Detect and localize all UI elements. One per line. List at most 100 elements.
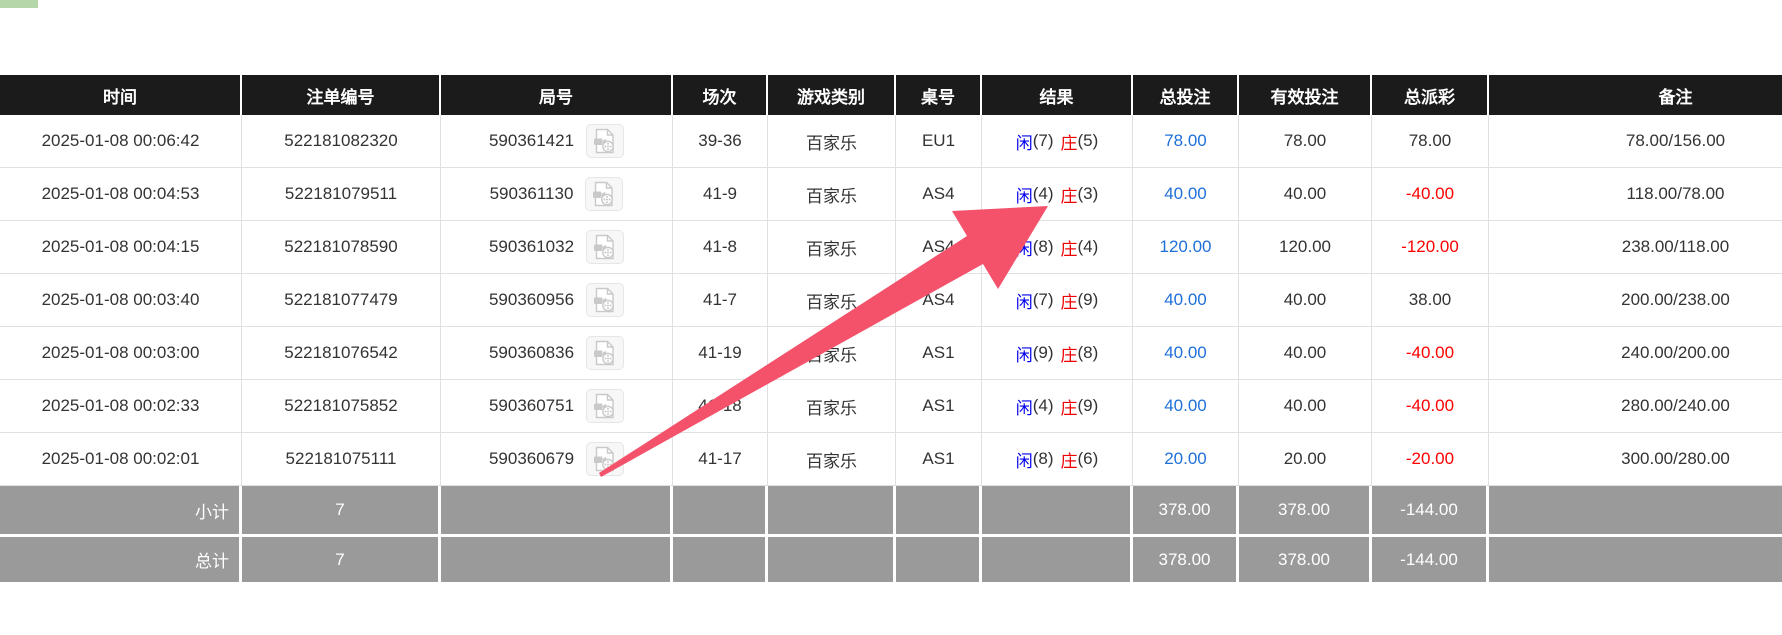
cell-remark: 280.00/240.00 xyxy=(1489,380,1782,433)
video-replay-button[interactable] xyxy=(586,124,624,158)
cell-valid-bet: 40.00 xyxy=(1239,168,1372,221)
cell-table-number: AS4 xyxy=(896,274,982,327)
cell-round-number: 590361130 xyxy=(441,168,673,221)
cell-table-number: AS4 xyxy=(896,168,982,221)
cell-table-number: AS4 xyxy=(896,221,982,274)
cell-payout: 38.00 xyxy=(1372,274,1489,327)
grand-total-valid-bet: 378.00 xyxy=(1239,537,1372,582)
cell-payout: -40.00 xyxy=(1372,380,1489,433)
cell-remark: 200.00/238.00 xyxy=(1489,274,1782,327)
grand-total-row: 总计 7 378.00 378.00 -144.00 xyxy=(0,534,1782,582)
cell-payout: -40.00 xyxy=(1372,168,1489,221)
cell-table-number: EU1 xyxy=(896,115,982,168)
video-replay-button[interactable] xyxy=(586,336,624,370)
cell-total-bet: 40.00 xyxy=(1133,168,1239,221)
subtotal-payout: -144.00 xyxy=(1372,486,1489,534)
cell-game-type: 百家乐 xyxy=(768,115,896,168)
cell-time: 2025-01-08 00:03:40 xyxy=(0,274,242,327)
cell-result: 闲(4)庄(9) xyxy=(982,380,1133,433)
table-header-row: 时间 注单编号 局号 场次 游戏类别 桌号 结果 总投注 有效投注 总派彩 备注 xyxy=(0,75,1782,115)
table-row: 2025-01-08 00:02:01 522181075111 5903606… xyxy=(0,433,1782,486)
video-replay-button[interactable] xyxy=(586,442,624,476)
grand-total-count: 7 xyxy=(242,537,441,582)
cell-total-bet: 40.00 xyxy=(1133,327,1239,380)
header-round-number: 局号 xyxy=(441,75,673,115)
header-bet-number: 注单编号 xyxy=(242,75,441,115)
cell-time: 2025-01-08 00:04:15 xyxy=(0,221,242,274)
grand-total-label: 总计 xyxy=(0,537,242,582)
cell-table-number: AS1 xyxy=(896,327,982,380)
cell-game-type: 百家乐 xyxy=(768,327,896,380)
cell-result: 闲(8)庄(6) xyxy=(982,433,1133,486)
cell-total-bet: 40.00 xyxy=(1133,274,1239,327)
cell-session: 41-17 xyxy=(673,433,768,486)
header-result: 结果 xyxy=(982,75,1133,115)
cell-round-number: 590360956 xyxy=(441,274,673,327)
cell-bet-number: 522181079511 xyxy=(242,168,441,221)
total-bet-link[interactable]: 40.00 xyxy=(1164,290,1207,310)
cell-session: 41-9 xyxy=(673,168,768,221)
video-film-icon xyxy=(592,128,618,154)
total-bet-link[interactable]: 40.00 xyxy=(1164,343,1207,363)
video-replay-button[interactable] xyxy=(586,389,624,423)
video-film-icon xyxy=(592,287,618,313)
total-bet-link[interactable]: 40.00 xyxy=(1164,396,1207,416)
cell-result: 闲(7)庄(5) xyxy=(982,115,1133,168)
cell-time: 2025-01-08 00:02:01 xyxy=(0,433,242,486)
cell-bet-number: 522181076542 xyxy=(242,327,441,380)
cell-session: 39-36 xyxy=(673,115,768,168)
header-game-type: 游戏类别 xyxy=(768,75,896,115)
cell-round-number: 590361421 xyxy=(441,115,673,168)
cell-result: 闲(8)庄(4) xyxy=(982,221,1133,274)
total-bet-link[interactable]: 40.00 xyxy=(1164,184,1207,204)
cell-session: 41-8 xyxy=(673,221,768,274)
header-session: 场次 xyxy=(673,75,768,115)
cell-remark: 78.00/156.00 xyxy=(1489,115,1782,168)
subtotal-count: 7 xyxy=(242,486,441,534)
cell-session: 41-19 xyxy=(673,327,768,380)
cell-payout: 78.00 xyxy=(1372,115,1489,168)
cell-total-bet: 120.00 xyxy=(1133,221,1239,274)
total-bet-link[interactable]: 78.00 xyxy=(1164,131,1207,151)
cell-round-number: 590360751 xyxy=(441,380,673,433)
cell-time: 2025-01-08 00:02:33 xyxy=(0,380,242,433)
grand-total-payout: -144.00 xyxy=(1372,537,1489,582)
subtotal-label: 小计 xyxy=(0,486,242,534)
table-row: 2025-01-08 00:04:53 522181079511 5903611… xyxy=(0,168,1782,221)
bet-records-table: 时间 注单编号 局号 场次 游戏类别 桌号 结果 总投注 有效投注 总派彩 备注… xyxy=(0,75,1782,582)
video-replay-button[interactable] xyxy=(586,283,624,317)
cell-payout: -120.00 xyxy=(1372,221,1489,274)
video-film-icon xyxy=(592,446,618,472)
cell-bet-number: 522181078590 xyxy=(242,221,441,274)
total-bet-link[interactable]: 20.00 xyxy=(1164,449,1207,469)
cell-valid-bet: 40.00 xyxy=(1239,380,1372,433)
cell-result: 闲(4)庄(3) xyxy=(982,168,1133,221)
cell-bet-number: 522181077479 xyxy=(242,274,441,327)
cell-game-type: 百家乐 xyxy=(768,168,896,221)
cell-time: 2025-01-08 00:03:00 xyxy=(0,327,242,380)
header-payout: 总派彩 xyxy=(1372,75,1489,115)
cell-bet-number: 522181075852 xyxy=(242,380,441,433)
subtotal-total-bet: 378.00 xyxy=(1133,486,1239,534)
table-row: 2025-01-08 00:03:40 522181077479 5903609… xyxy=(0,274,1782,327)
cell-table-number: AS1 xyxy=(896,433,982,486)
total-bet-link[interactable]: 120.00 xyxy=(1160,237,1212,257)
table-row: 2025-01-08 00:06:42 522181082320 5903614… xyxy=(0,115,1782,168)
cell-game-type: 百家乐 xyxy=(768,433,896,486)
cell-round-number: 590360679 xyxy=(441,433,673,486)
cell-remark: 240.00/200.00 xyxy=(1489,327,1782,380)
header-remark: 备注 xyxy=(1489,75,1782,115)
top-left-accent xyxy=(0,0,38,8)
table-body: 2025-01-08 00:06:42 522181082320 5903614… xyxy=(0,115,1782,486)
video-replay-button[interactable] xyxy=(586,230,624,264)
header-valid-bet: 有效投注 xyxy=(1239,75,1372,115)
cell-result: 闲(7)庄(9) xyxy=(982,274,1133,327)
header-table-number: 桌号 xyxy=(896,75,982,115)
cell-total-bet: 40.00 xyxy=(1133,380,1239,433)
video-film-icon xyxy=(592,340,618,366)
cell-valid-bet: 78.00 xyxy=(1239,115,1372,168)
cell-payout: -20.00 xyxy=(1372,433,1489,486)
table-row: 2025-01-08 00:03:00 522181076542 5903608… xyxy=(0,327,1782,380)
cell-result: 闲(9)庄(8) xyxy=(982,327,1133,380)
video-replay-button[interactable] xyxy=(585,177,623,211)
